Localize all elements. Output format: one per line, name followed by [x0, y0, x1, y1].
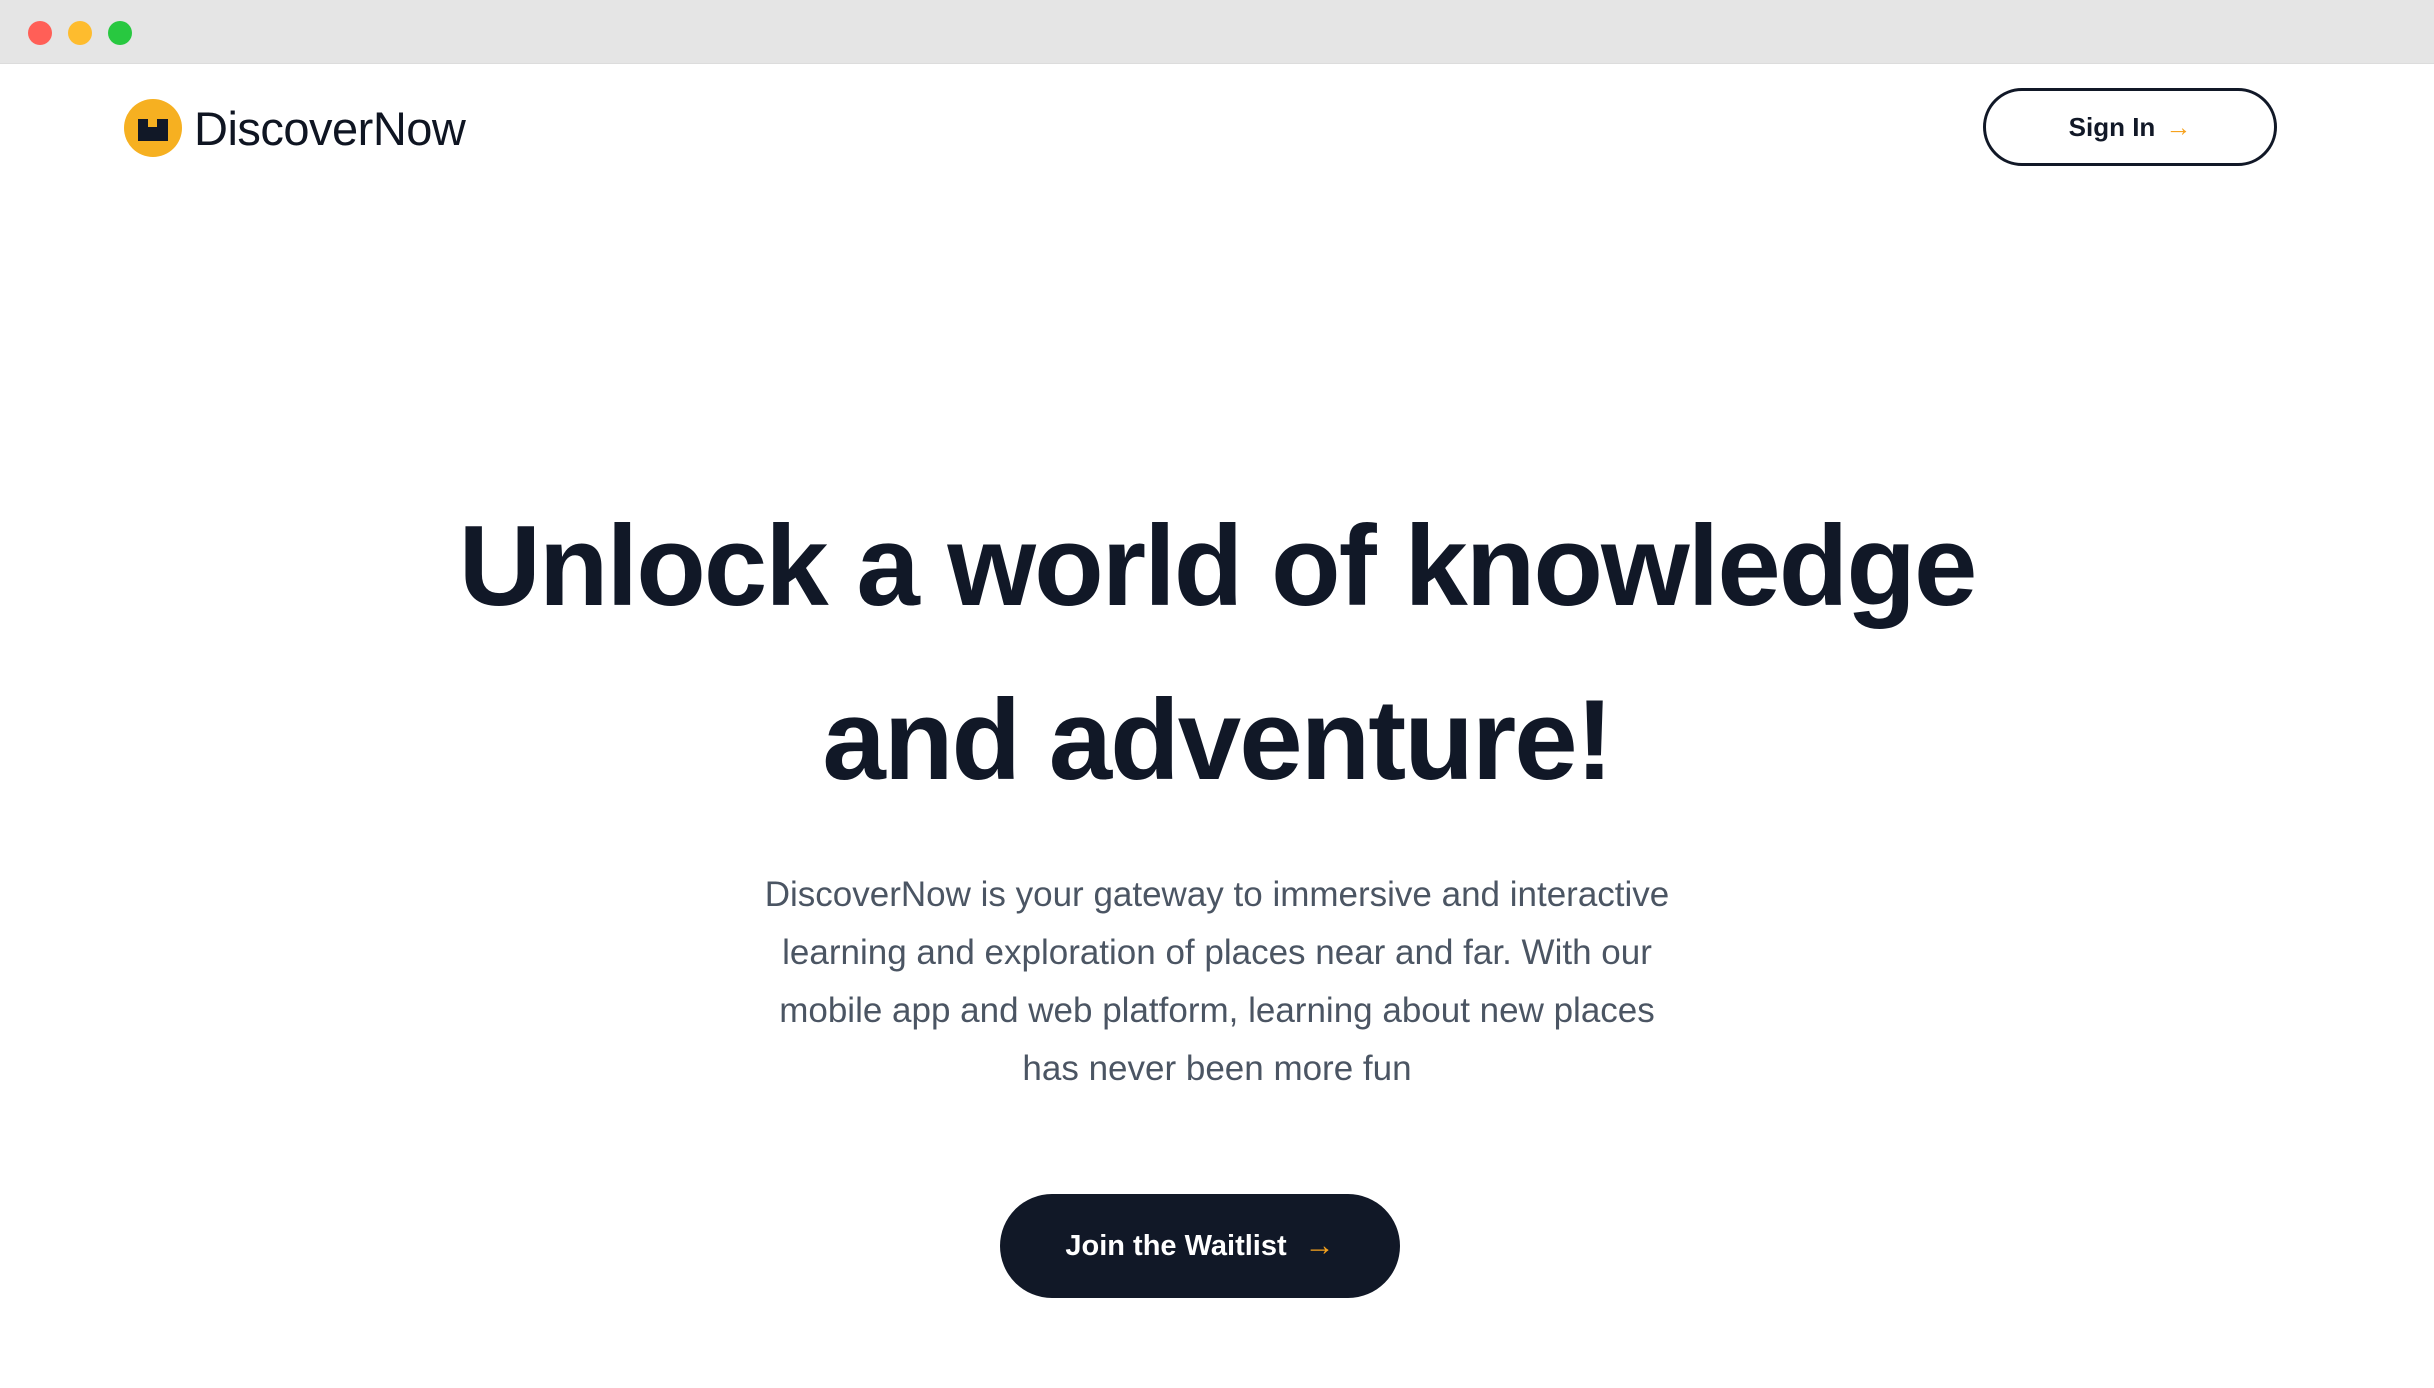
discovernow-logo-icon: [124, 99, 182, 157]
hero-headline: Unlock a world of knowledge and adventur…: [200, 480, 2234, 828]
maximize-window-button[interactable]: [108, 21, 132, 45]
arrow-right-icon: →: [2165, 112, 2192, 142]
close-window-button[interactable]: [28, 21, 52, 45]
hero-headline-line: and adventure!: [822, 677, 1613, 804]
sign-in-label: Sign In: [2068, 111, 2156, 142]
hero-description-line: learning and exploration of places near …: [782, 933, 1652, 972]
hero-description-line: mobile app and web platform, learning ab…: [779, 991, 1655, 1030]
hero-description-line: has never been more fun: [1022, 1049, 1412, 1088]
join-waitlist-button[interactable]: Join the Waitlist →: [1000, 1194, 1400, 1298]
hero-description: DiscoverNow is your gateway to immersive…: [717, 866, 1717, 1098]
hero-description-line: DiscoverNow is your gateway to immersive…: [764, 875, 1670, 914]
arrow-right-icon: →: [1304, 1229, 1335, 1262]
minimize-window-button[interactable]: [68, 21, 92, 45]
browser-titlebar: [0, 0, 2434, 64]
hero-headline-line: Unlock a world of knowledge: [458, 503, 1978, 630]
join-waitlist-label: Join the Waitlist: [1065, 1229, 1287, 1262]
logo-link[interactable]: DiscoverNow: [124, 98, 466, 158]
sign-in-button[interactable]: Sign In →: [1983, 88, 2277, 166]
logo-text: DiscoverNow: [194, 101, 466, 155]
